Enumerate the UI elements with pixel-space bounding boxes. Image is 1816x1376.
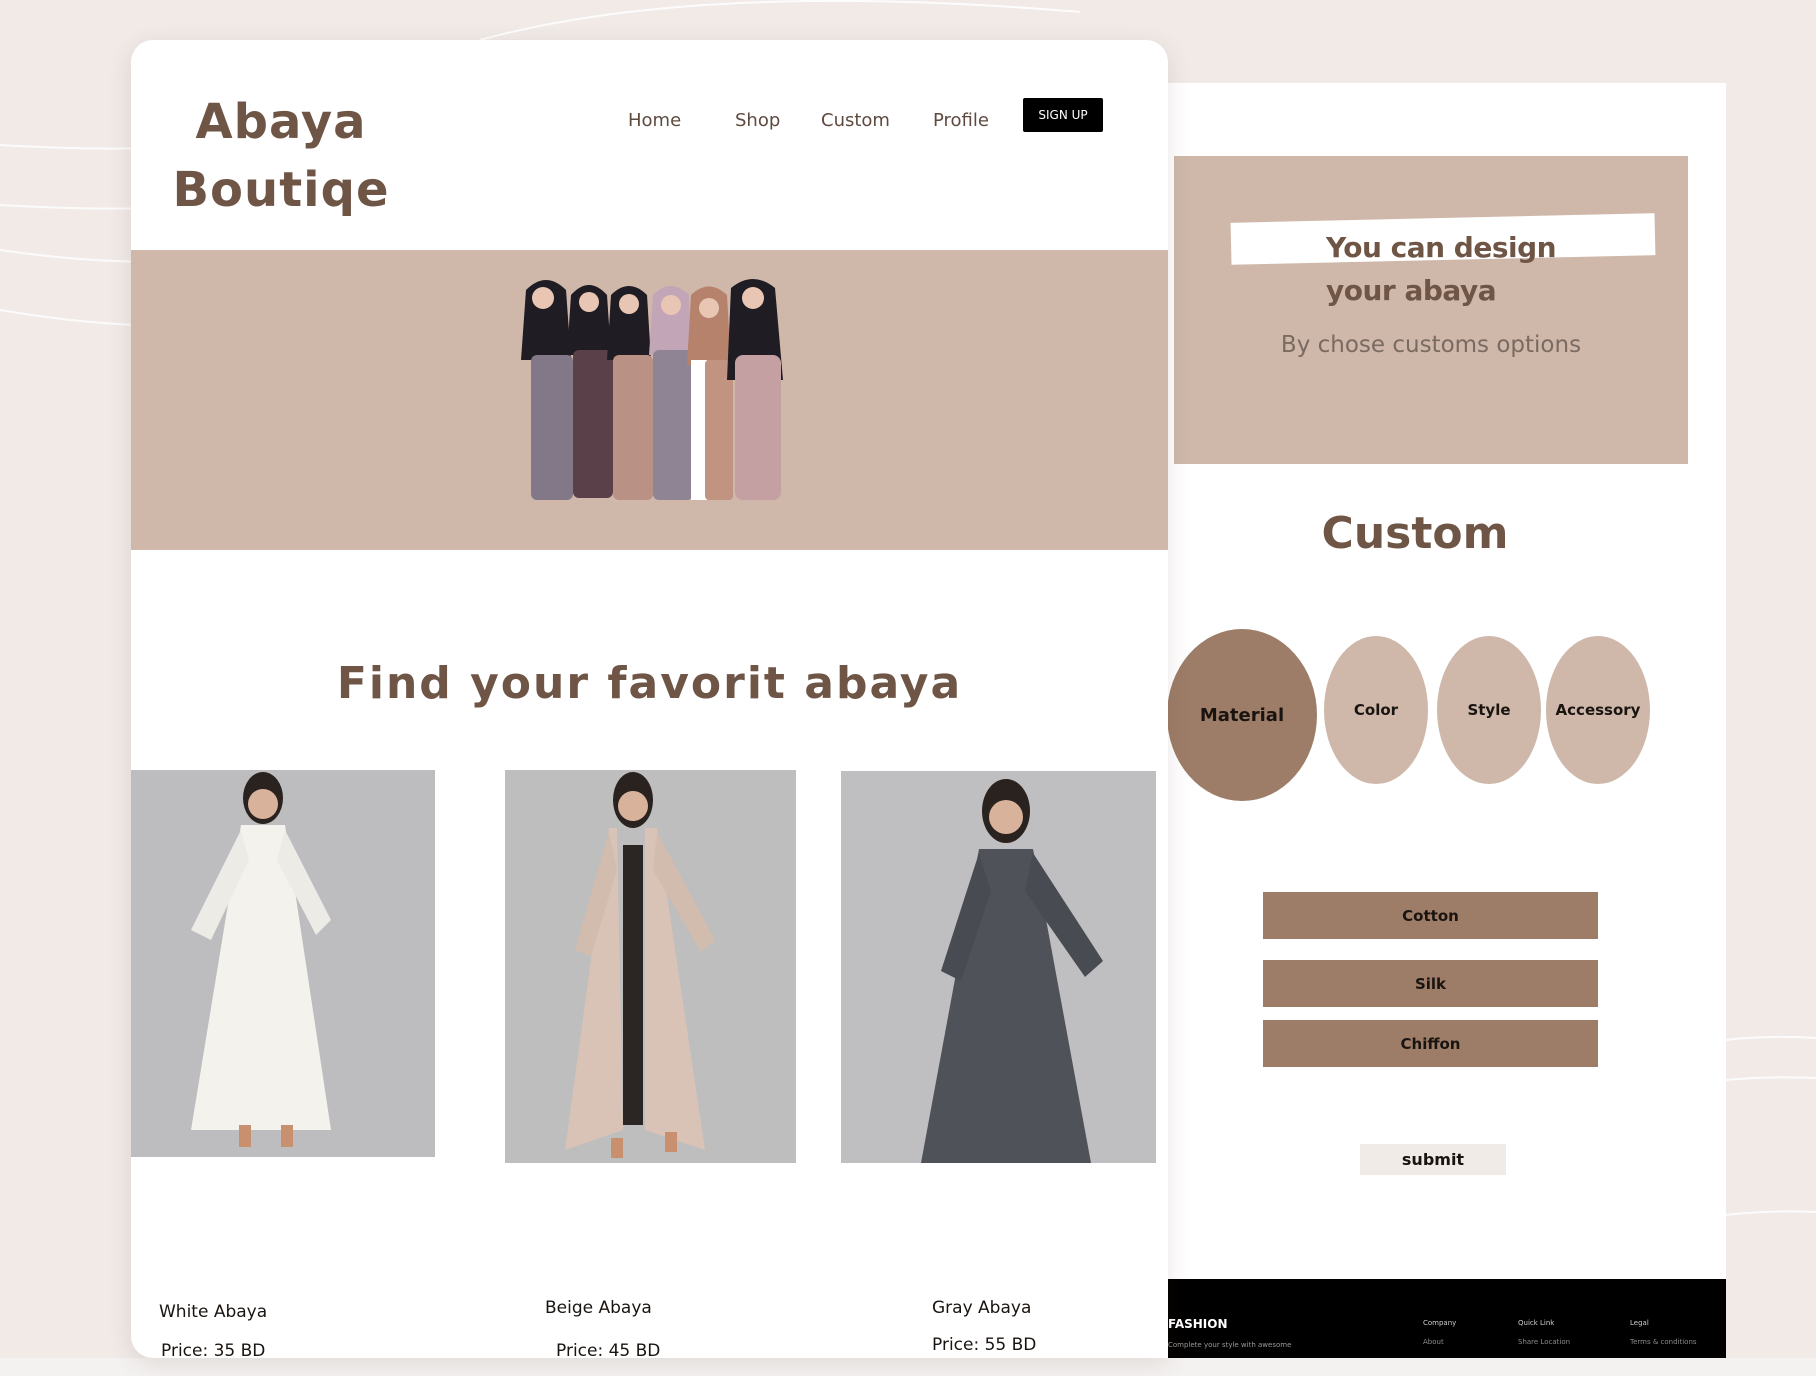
material-chiffon-button[interactable]: Chiffon xyxy=(1263,1020,1598,1067)
product-image-white-abaya[interactable] xyxy=(131,770,435,1157)
footer-brand: FASHION xyxy=(1168,1317,1228,1331)
section-title: Find your favorit abaya xyxy=(336,658,963,709)
product-image-beige-abaya[interactable] xyxy=(505,770,796,1163)
footer-link-terms[interactable]: Terms & conditions xyxy=(1630,1338,1697,1346)
hero-illustration xyxy=(521,279,783,500)
custom-page: You can design your abaya By chose custo… xyxy=(1160,83,1726,1358)
product-price-beige: Price: 45 BD xyxy=(556,1341,661,1358)
material-silk-button[interactable]: Silk xyxy=(1263,960,1598,1007)
footer-tagline: Complete your style with awesome xyxy=(1168,1341,1292,1349)
nav-profile[interactable]: Profile xyxy=(933,110,989,131)
footer-heading-company: Company xyxy=(1423,1319,1457,1327)
footer-link-share-location[interactable]: Share Location xyxy=(1518,1338,1570,1346)
signup-button[interactable]: SIGN UP xyxy=(1023,98,1103,132)
product-price-gray: Price: 55 BD xyxy=(932,1335,1037,1355)
promo-heading-line1: You can design xyxy=(1326,231,1557,264)
model-photo-gray xyxy=(841,771,1156,1163)
nav-custom[interactable]: Custom xyxy=(821,110,890,131)
hero-banner xyxy=(131,250,1168,550)
product-name-gray[interactable]: Gray Abaya xyxy=(932,1298,1031,1318)
submit-button[interactable]: submit xyxy=(1360,1144,1506,1175)
promo-subtitle: By chose customs options xyxy=(1280,332,1582,358)
footer: FASHION Complete your style with awesome… xyxy=(1160,1279,1726,1358)
promo-heading-line2: your abaya xyxy=(1326,274,1497,307)
product-price-white: Price: 35 BD xyxy=(161,1341,266,1358)
brand-logo[interactable]: Abaya Boutiqe xyxy=(171,88,391,224)
option-color[interactable]: Color xyxy=(1324,636,1428,784)
model-photo-beige xyxy=(505,770,796,1163)
footer-heading-legal: Legal xyxy=(1630,1319,1649,1327)
nav-home[interactable]: Home xyxy=(628,110,681,131)
product-name-white[interactable]: White Abaya xyxy=(159,1302,267,1322)
option-accessory[interactable]: Accessory xyxy=(1546,636,1650,784)
footer-heading-quick-link: Quick Link xyxy=(1518,1319,1555,1327)
brand-logo-line2: Boutiqe xyxy=(172,162,390,218)
product-image-gray-abaya[interactable] xyxy=(841,771,1156,1163)
model-photo-white xyxy=(131,770,435,1157)
custom-title: Custom xyxy=(1321,508,1509,559)
option-material[interactable]: Material xyxy=(1167,629,1317,801)
nav-shop[interactable]: Shop xyxy=(735,110,780,131)
custom-promo-banner: You can design your abaya By chose custo… xyxy=(1174,156,1688,464)
material-cotton-button[interactable]: Cotton xyxy=(1263,892,1598,939)
footer-link-about[interactable]: About xyxy=(1423,1338,1444,1346)
women-group-illustration xyxy=(521,279,783,500)
bottom-strip xyxy=(0,1358,1816,1376)
option-style[interactable]: Style xyxy=(1437,636,1541,784)
product-name-beige[interactable]: Beige Abaya xyxy=(545,1298,652,1318)
home-page: Abaya Boutiqe Home Shop Custom Profile S… xyxy=(131,40,1168,1358)
brand-logo-line1: Abaya xyxy=(195,94,367,150)
